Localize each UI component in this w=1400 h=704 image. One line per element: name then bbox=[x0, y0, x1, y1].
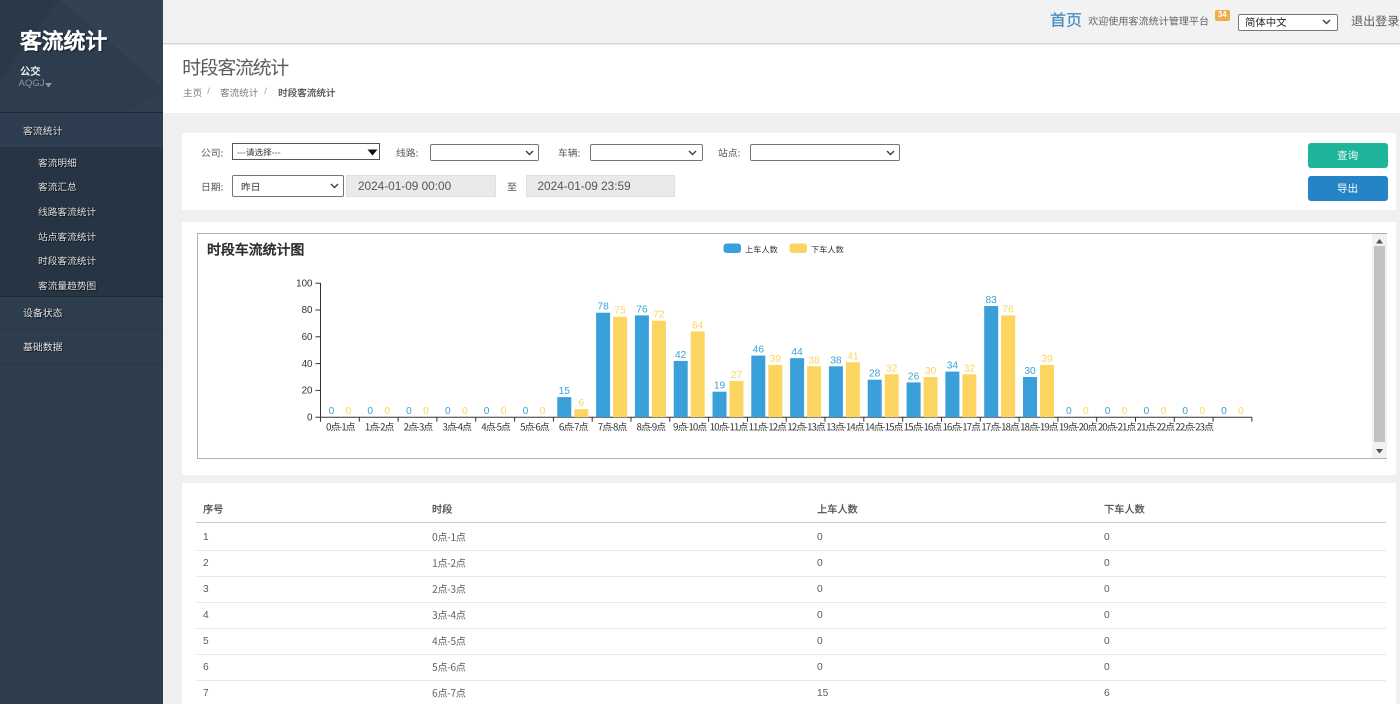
svg-text:0: 0 bbox=[329, 406, 335, 417]
svg-text:39: 39 bbox=[1041, 354, 1053, 365]
svg-text:0: 0 bbox=[1182, 406, 1188, 417]
svg-text:0: 0 bbox=[1161, 406, 1167, 417]
svg-text:0: 0 bbox=[406, 406, 412, 417]
svg-text:0: 0 bbox=[1122, 406, 1128, 417]
svg-text:39: 39 bbox=[770, 354, 782, 365]
svg-text:76: 76 bbox=[1003, 304, 1015, 315]
svg-text:0: 0 bbox=[1199, 406, 1205, 417]
svg-text:6: 6 bbox=[578, 398, 584, 409]
svg-text:0: 0 bbox=[307, 412, 313, 423]
svg-text:0: 0 bbox=[1105, 406, 1111, 417]
svg-text:0: 0 bbox=[384, 406, 390, 417]
svg-text:80: 80 bbox=[302, 305, 313, 316]
svg-text:72: 72 bbox=[653, 310, 665, 321]
svg-text:46: 46 bbox=[753, 345, 765, 356]
svg-text:30: 30 bbox=[925, 366, 937, 377]
svg-text:34: 34 bbox=[947, 361, 959, 372]
svg-text:100: 100 bbox=[296, 278, 313, 289]
svg-text:0: 0 bbox=[501, 406, 507, 417]
svg-text:0: 0 bbox=[367, 406, 373, 417]
svg-text:40: 40 bbox=[302, 359, 313, 370]
svg-text:60: 60 bbox=[302, 332, 313, 343]
svg-text:0: 0 bbox=[1221, 406, 1227, 417]
svg-text:38: 38 bbox=[830, 355, 842, 366]
svg-text:75: 75 bbox=[614, 306, 626, 317]
svg-text:0: 0 bbox=[523, 406, 529, 417]
svg-text:26: 26 bbox=[908, 371, 920, 382]
svg-text:38: 38 bbox=[808, 355, 820, 366]
svg-text:19: 19 bbox=[714, 381, 726, 392]
svg-text:0: 0 bbox=[540, 406, 546, 417]
svg-text:32: 32 bbox=[886, 363, 898, 374]
svg-text:0: 0 bbox=[1083, 406, 1089, 417]
svg-text:64: 64 bbox=[692, 320, 704, 331]
svg-text:41: 41 bbox=[847, 351, 859, 362]
svg-text:0: 0 bbox=[1066, 406, 1072, 417]
svg-text:32: 32 bbox=[964, 363, 976, 374]
svg-text:27: 27 bbox=[731, 370, 743, 381]
svg-text:28: 28 bbox=[869, 369, 881, 380]
svg-text:83: 83 bbox=[986, 295, 998, 306]
svg-text:44: 44 bbox=[791, 347, 803, 358]
svg-text:0: 0 bbox=[346, 406, 352, 417]
svg-text:0: 0 bbox=[423, 406, 429, 417]
svg-text:0: 0 bbox=[462, 406, 468, 417]
svg-text:0: 0 bbox=[484, 406, 490, 417]
svg-text:76: 76 bbox=[636, 304, 648, 315]
svg-text:78: 78 bbox=[597, 302, 609, 313]
svg-text:20: 20 bbox=[302, 386, 313, 397]
svg-text:0: 0 bbox=[1238, 406, 1244, 417]
svg-text:0: 0 bbox=[445, 406, 451, 417]
svg-text:15: 15 bbox=[559, 386, 571, 397]
svg-text:30: 30 bbox=[1024, 366, 1036, 377]
svg-text:0: 0 bbox=[1144, 406, 1150, 417]
svg-text:42: 42 bbox=[675, 350, 687, 361]
